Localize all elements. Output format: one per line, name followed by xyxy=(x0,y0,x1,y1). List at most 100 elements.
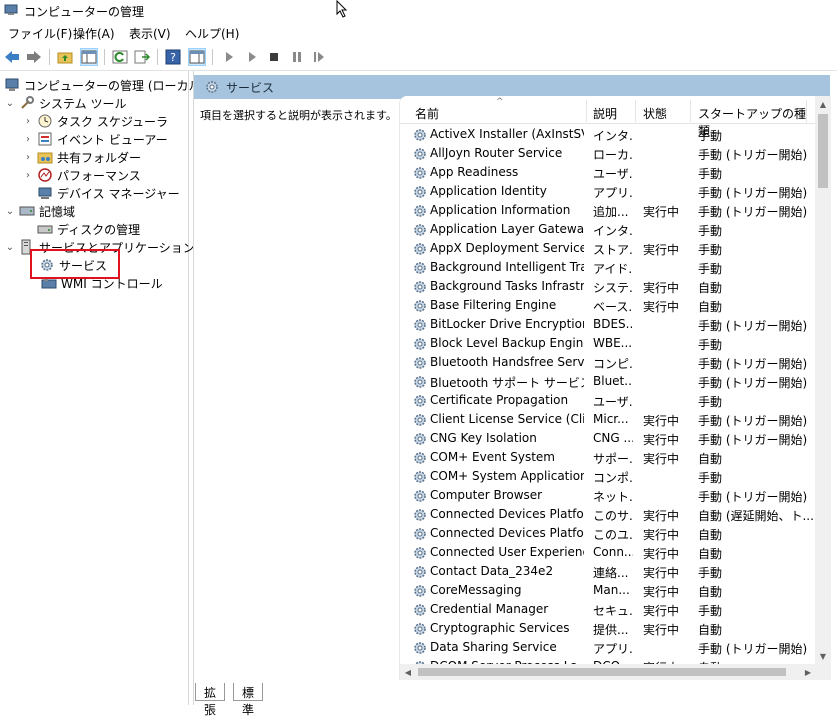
vertical-scroll-thumb[interactable] xyxy=(818,114,828,188)
navigation-tree: コンピューターの管理 (ローカル) ⌄ システム ツール › タスク スケジュー… xyxy=(0,71,205,705)
tree-item-event-viewer[interactable]: › イベント ビューアー xyxy=(22,130,168,148)
table-row[interactable]: CoreMessaging Man... 実行中 自動 xyxy=(400,581,816,600)
tab-extended[interactable]: 拡張 xyxy=(195,683,226,717)
table-row[interactable]: Credential Manager セキュ... 実行中 手動 xyxy=(400,600,816,619)
tree-item-device-manager[interactable]: デバイス マネージャー xyxy=(37,184,180,202)
service-description: このサ... xyxy=(593,509,633,523)
tree-label: 記憶域 xyxy=(39,204,76,219)
tree-item-disk-management[interactable]: ディスクの管理 xyxy=(37,220,140,238)
tab-standard[interactable]: 標準 xyxy=(233,683,264,717)
tree-item-storage[interactable]: ⌄ 記憶域 xyxy=(4,202,75,220)
help-icon[interactable]: ? xyxy=(164,48,182,66)
table-row[interactable]: Client License Service (ClipS... Micr... 実… xyxy=(400,410,816,429)
service-gear-icon xyxy=(412,317,428,333)
tree-item-root[interactable]: コンピューターの管理 (ローカル) xyxy=(4,76,205,94)
chevron-right-icon[interactable]: › xyxy=(22,115,34,127)
service-name: Contact Data_234e2 xyxy=(430,564,554,578)
column-name[interactable]: 名前 xyxy=(415,105,439,122)
chevron-right-icon[interactable]: › xyxy=(22,151,34,163)
table-row[interactable]: Bluetooth Handsfree Service コンピ... 手動 (トリガ… xyxy=(400,353,816,372)
tree-item-shared-folders[interactable]: › 共有フォルダー xyxy=(22,148,141,166)
service-description: サポー... xyxy=(593,452,633,466)
table-row[interactable]: Data Sharing Service アプリ... 手動 (トリガー開始) xyxy=(400,638,816,657)
table-row[interactable]: Base Filtering Engine ベース... 実行中 自動 xyxy=(400,296,816,315)
table-row[interactable]: COM+ Event System サポー... 実行中 自動 xyxy=(400,448,816,467)
scroll-corner xyxy=(815,664,831,680)
service-status: 実行中 xyxy=(643,243,680,257)
table-row[interactable]: Cryptographic Services 提供... 実行中 自動 xyxy=(400,619,816,638)
scroll-left-icon[interactable]: ◀ xyxy=(400,664,416,680)
table-row[interactable]: App Readiness ユーザ... 手動 xyxy=(400,163,816,182)
menu-view[interactable]: 表示(V) xyxy=(129,25,171,42)
table-row[interactable]: Bluetooth サポート サービス Bluet... 手動 (トリガー開始) xyxy=(400,372,816,391)
service-startup-type: 手動 xyxy=(698,129,723,143)
scroll-right-icon[interactable]: ▶ xyxy=(800,664,816,680)
back-icon[interactable] xyxy=(3,48,21,66)
column-description[interactable]: 説明 xyxy=(593,105,617,122)
start-alt-icon[interactable] xyxy=(243,48,261,66)
table-row[interactable]: Application Information 追加... 実行中 手動 (トリガー開… xyxy=(400,201,816,220)
service-gear-icon xyxy=(412,507,428,523)
service-status: 実行中 xyxy=(643,585,680,599)
chevron-down-icon[interactable]: ⌄ xyxy=(4,97,16,109)
scroll-down-icon[interactable]: ▼ xyxy=(815,648,831,664)
scroll-up-icon[interactable]: ▲ xyxy=(815,96,831,112)
table-row[interactable]: Block Level Backup Engine ... WBE... 手動 xyxy=(400,334,816,353)
table-row[interactable]: Background Tasks Infrastruc... システ... 実行中 自… xyxy=(400,277,816,296)
show-hide-tree-icon[interactable] xyxy=(80,48,98,66)
service-gear-icon xyxy=(412,526,428,542)
forward-icon[interactable] xyxy=(25,48,43,66)
table-row[interactable]: Connected Devices Platfor... このユ... 実行中 自動 xyxy=(400,524,816,543)
menu-action[interactable]: 操作(A) xyxy=(73,25,115,42)
tree-label: ディスクの管理 xyxy=(57,222,141,237)
table-row[interactable]: BitLocker Drive Encryption ... BDES... 手動 … xyxy=(400,315,816,334)
table-row[interactable]: COM+ System Application コンポ... 手動 xyxy=(400,467,816,486)
column-separator[interactable] xyxy=(586,100,587,122)
resume-icon[interactable] xyxy=(310,48,328,66)
service-startup-type: 手動 (トリガー開始) xyxy=(698,186,808,200)
tree-item-performance[interactable]: › パフォーマンス xyxy=(22,166,141,184)
table-row[interactable]: Background Intelligent Tran... アイド... 手動 xyxy=(400,258,816,277)
table-row[interactable]: Application Identity アプリ... 手動 (トリガー開始) xyxy=(400,182,816,201)
service-name: Application Identity xyxy=(430,184,547,198)
services-pane: サービス 項目を選択すると説明が表示されます。 ^ 名前 説明 状態 スタートア… xyxy=(193,71,837,705)
tree-item-system-tools[interactable]: ⌄ システム ツール xyxy=(4,94,126,112)
column-separator[interactable] xyxy=(690,100,691,122)
table-row[interactable]: Certificate Propagation ユーザ... 手動 xyxy=(400,391,816,410)
service-description: セキュ... xyxy=(593,604,633,618)
service-description: 提供... xyxy=(593,623,629,637)
pause-icon[interactable] xyxy=(288,48,306,66)
table-row[interactable]: Contact Data_234e2 連絡... 実行中 手動 xyxy=(400,562,816,581)
table-row[interactable]: Application Layer Gateway ... インタ... 手動 xyxy=(400,220,816,239)
table-row[interactable]: ActiveX Installer (AxInstSV) インタ... 手動 xyxy=(400,125,816,144)
chevron-down-icon[interactable]: ⌄ xyxy=(4,241,16,253)
show-hide-action-icon[interactable] xyxy=(188,48,206,66)
tree-item-task-scheduler[interactable]: › タスク スケジューラ xyxy=(22,112,168,130)
stop-icon[interactable] xyxy=(265,48,283,66)
menu-file[interactable]: ファイル(F) xyxy=(8,25,72,42)
service-startup-type: 自動 xyxy=(698,281,723,295)
table-row[interactable]: CNG Key Isolation CNG ... 実行中 手動 (トリガー開始) xyxy=(400,429,816,448)
start-icon[interactable] xyxy=(220,48,238,66)
export-icon[interactable] xyxy=(133,48,151,66)
chevron-right-icon[interactable]: › xyxy=(22,133,34,145)
refresh-icon[interactable] xyxy=(111,48,129,66)
table-row[interactable]: AllJoyn Router Service ローカ... 手動 (トリガー開始) xyxy=(400,144,816,163)
chevron-down-icon[interactable]: ⌄ xyxy=(4,205,16,217)
chevron-right-icon[interactable]: › xyxy=(22,169,34,181)
vertical-scrollbar[interactable]: ▲ ▼ xyxy=(815,96,831,664)
service-description: Man... xyxy=(593,583,630,597)
menu-help[interactable]: ヘルプ(H) xyxy=(185,25,239,42)
table-row[interactable]: AppX Deployment Service (... ストア... 実行中 手動 xyxy=(400,239,816,258)
column-separator[interactable] xyxy=(635,100,636,122)
horizontal-scrollbar[interactable]: ◀ ▶ xyxy=(400,664,816,680)
table-row[interactable]: Computer Browser ネット... 手動 (トリガー開始) xyxy=(400,486,816,505)
service-description: インタ... xyxy=(593,224,633,238)
table-row[interactable]: Connected Devices Platfor... このサ... 実行中 自動 … xyxy=(400,505,816,524)
column-separator[interactable] xyxy=(806,100,807,122)
column-status[interactable]: 状態 xyxy=(643,105,667,122)
table-row[interactable]: Connected User Experience... Conn... 実行中 自動 xyxy=(400,543,816,562)
horizontal-scroll-thumb[interactable] xyxy=(418,668,786,676)
up-folder-icon[interactable] xyxy=(56,48,74,66)
service-gear-icon xyxy=(412,203,428,219)
